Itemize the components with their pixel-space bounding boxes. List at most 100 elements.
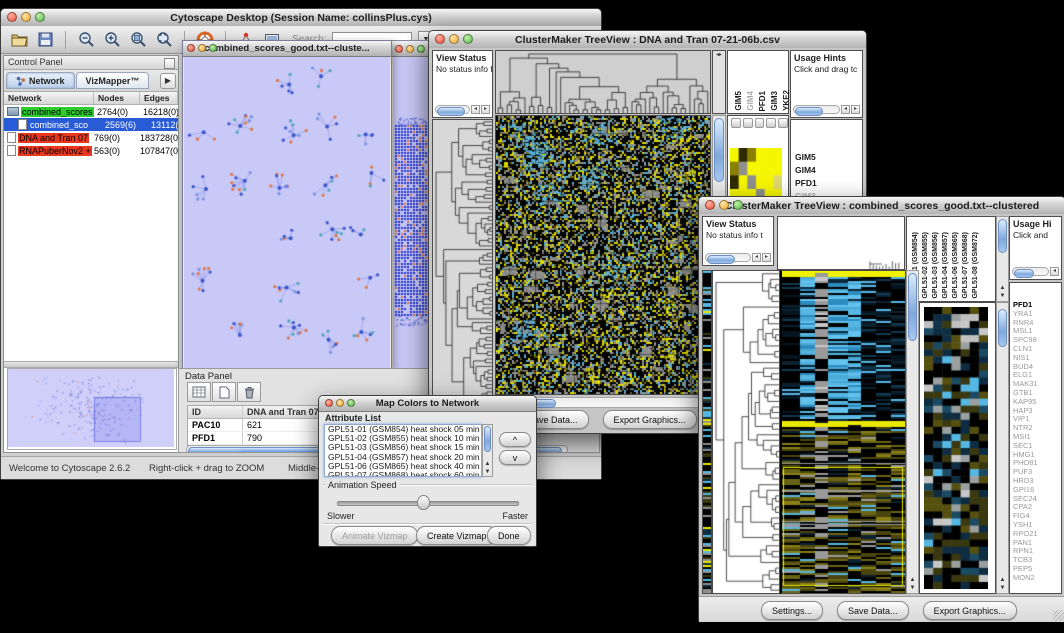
zoom-button[interactable] (733, 200, 743, 210)
birdseye-canvas[interactable] (8, 369, 174, 447)
attribute-table-icon[interactable] (187, 382, 211, 402)
gene-label[interactable]: GIM5 (791, 151, 862, 164)
network-tree-row[interactable]: RNAPuberNov2 +563(0)107847(0) (4, 144, 178, 157)
scroll-left-arrow[interactable]: ◂ (752, 253, 761, 262)
scroll-up-arrow[interactable]: ▲ (997, 576, 1008, 584)
zoom-selected-icon[interactable] (128, 30, 148, 50)
minimize-button[interactable] (719, 200, 729, 210)
birdseye-view[interactable] (7, 368, 177, 450)
network-tree-row[interactable]: DNA and Tran 07769(0)183728(0) (4, 131, 178, 144)
close-button[interactable] (705, 200, 715, 210)
col-edges[interactable]: Edges (140, 92, 178, 104)
minimize-button[interactable] (406, 45, 414, 53)
scroll-thumb[interactable] (1014, 269, 1034, 278)
export-graphics-button[interactable]: Export Graphics... (603, 410, 697, 429)
corner-arrows[interactable]: ◂▸ (713, 51, 725, 58)
gene-label[interactable]: PFD1 (791, 177, 862, 190)
left-dendrogram-canvas[interactable] (433, 120, 492, 412)
gene-label[interactable]: MON2 (1010, 574, 1061, 583)
done-button[interactable]: Done (487, 526, 531, 545)
settings-button[interactable]: Settings... (761, 601, 823, 620)
speed-slider-thumb[interactable] (417, 495, 430, 510)
animate-vizmap-button[interactable]: Animate Vizmap (331, 526, 418, 545)
delete-attribute-icon[interactable] (237, 382, 261, 402)
zoom-fit-icon[interactable] (154, 30, 174, 50)
col-nodes[interactable]: Nodes (94, 92, 140, 104)
export-graphics-button[interactable]: Export Graphics... (923, 601, 1017, 620)
move-down-button[interactable]: v (499, 450, 531, 465)
save-icon[interactable] (35, 30, 55, 50)
scroll-up-arrow[interactable]: ▲ (907, 576, 918, 584)
zoom-button[interactable] (347, 399, 355, 407)
float-panel-icon[interactable] (164, 58, 175, 69)
new-attribute-icon[interactable] (212, 382, 236, 402)
scroll-up-arrow[interactable]: ▲ (997, 284, 1008, 292)
scroll-left-arrow[interactable]: ◂ (841, 105, 850, 114)
zoom-button[interactable] (35, 12, 45, 22)
scroll-down-arrow[interactable]: ▼ (997, 584, 1008, 592)
create-vizmap-button[interactable]: Create Vizmap (416, 526, 497, 545)
network-tree-row[interactable]: combined_scores2764(0)16218(0) (4, 105, 178, 118)
treeview1-titlebar[interactable]: ClusterMaker TreeView : DNA and Tran 07-… (429, 31, 866, 49)
scroll-thumb[interactable] (714, 118, 724, 182)
close-button[interactable] (395, 45, 403, 53)
minimize-button[interactable] (336, 399, 344, 407)
panel-splitter[interactable] (4, 361, 178, 368)
network-canvas[interactable] (184, 57, 390, 368)
top-dendrogram-canvas[interactable] (778, 217, 904, 269)
zoom-button[interactable] (417, 45, 425, 53)
col-network[interactable]: Network (4, 92, 94, 104)
zoom-tool-icon[interactable] (778, 118, 788, 128)
zoom-tool-icon[interactable] (766, 118, 776, 128)
minimize-button[interactable] (449, 34, 459, 44)
zoom-button[interactable] (463, 34, 473, 44)
zoom-tool-icon[interactable] (743, 118, 753, 128)
scroll-down-arrow[interactable]: ▼ (907, 584, 918, 592)
scroll-thumb[interactable] (998, 219, 1007, 253)
heatmap-canvas[interactable] (496, 116, 710, 394)
open-folder-icon[interactable] (9, 30, 29, 50)
scroll-down-arrow[interactable]: ▼ (997, 292, 1008, 300)
attribute-list-item[interactable]: GPL51-03 (GSM856) heat shock 15 min (325, 443, 481, 452)
tab-vizmapper[interactable]: VizMapper™ (76, 72, 150, 89)
scroll-thumb[interactable] (795, 107, 823, 116)
network-tree-row[interactable]: combined_sco2569(6)13112(15) (4, 118, 178, 131)
minimize-button[interactable] (21, 12, 31, 22)
tab-overflow-arrow[interactable]: ▶ (160, 73, 176, 89)
scroll-thumb[interactable] (484, 426, 491, 452)
top-dendrogram-canvas[interactable] (496, 51, 710, 113)
network2-canvas[interactable] (393, 57, 429, 368)
scroll-up-arrow[interactable]: ▲ (483, 460, 492, 468)
scroll-thumb[interactable] (908, 273, 917, 341)
main-titlebar[interactable]: Cytoscape Desktop (Session Name: collins… (1, 9, 601, 27)
scroll-thumb[interactable] (437, 107, 465, 116)
attribute-list-item[interactable]: GPL51-06 (GSM865) heat shock 40 min (325, 462, 481, 471)
id-column-header[interactable]: ID (188, 406, 243, 418)
attribute-list-item[interactable]: GPL51-01 (GSM854) heat shock 05 min (325, 425, 481, 434)
attribute-list-item[interactable]: GPL51-07 (GSM868) heat shock 60 min (325, 471, 481, 477)
left-dendrogram-canvas[interactable] (713, 271, 779, 593)
scroll-thumb[interactable] (998, 309, 1007, 347)
dialog-titlebar[interactable]: Map Colors to Network (319, 396, 536, 412)
global-strip-canvas[interactable] (703, 271, 711, 593)
network-view-titlebar[interactable]: combined_scores_good.txt--cluste... (183, 41, 391, 57)
scroll-right-arrow[interactable]: ▸ (762, 253, 771, 262)
treeview2-titlebar[interactable]: ClusterMaker TreeView : combined_scores_… (699, 197, 1064, 215)
attribute-list[interactable]: GPL51-01 (GSM854) heat shock 05 minGPL51… (324, 424, 482, 477)
attribute-list-item[interactable]: GPL51-02 (GSM855) heat shock 10 min (325, 434, 481, 443)
zoom-tool-icon[interactable] (731, 118, 741, 128)
attribute-list-item[interactable]: GPL51-04 (GSM857) heat shock 20 min (325, 453, 481, 462)
close-button[interactable] (187, 44, 195, 52)
scroll-thumb[interactable] (707, 255, 735, 264)
gene-label[interactable]: GIM4 (791, 164, 862, 177)
close-button[interactable] (325, 399, 333, 407)
minimize-button[interactable] (198, 44, 206, 52)
save-data-button[interactable]: Save Data... (837, 601, 909, 620)
zoom-tool-icon[interactable] (755, 118, 765, 128)
scroll-down-arrow[interactable]: ▼ (483, 468, 492, 476)
zoom-heatmap-canvas[interactable] (924, 307, 988, 589)
scroll-left-arrow[interactable]: ◂ (1050, 267, 1059, 276)
scroll-left-arrow[interactable]: ◂ (471, 105, 480, 114)
scroll-right-arrow[interactable]: ▸ (851, 105, 860, 114)
move-up-button[interactable]: ^ (499, 432, 531, 447)
